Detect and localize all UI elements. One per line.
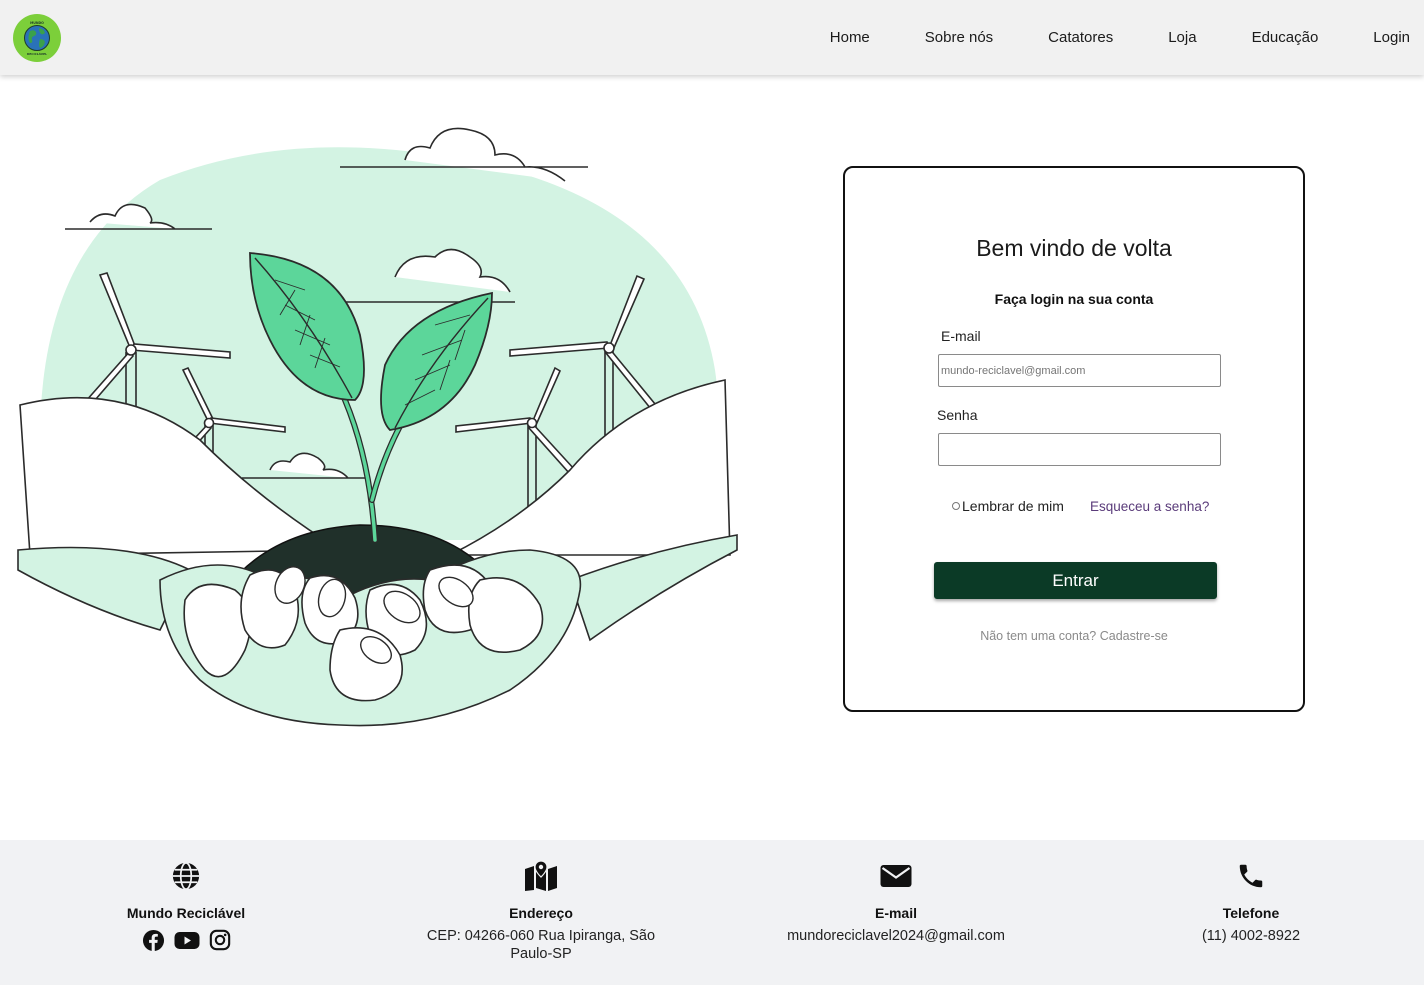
- globe-logo-icon: MUNDO RECICLÁVEL: [18, 19, 56, 57]
- signup-link[interactable]: Cadastre-se: [1100, 629, 1168, 643]
- logo[interactable]: MUNDO RECICLÁVEL: [13, 14, 61, 62]
- email-field[interactable]: [938, 354, 1221, 387]
- nav-educacao[interactable]: Educação: [1252, 29, 1319, 46]
- footer-phone-title: Telefone: [1222, 905, 1280, 921]
- password-label: Senha: [937, 407, 978, 423]
- nav-home[interactable]: Home: [830, 29, 870, 46]
- login-subtitle: Faça login na sua conta: [994, 291, 1154, 307]
- globe-icon: [172, 862, 200, 890]
- facebook-icon[interactable]: [142, 929, 165, 952]
- footer-email: E-mail mundoreciclavel2024@gmail.com: [746, 860, 1046, 945]
- footer-email-text[interactable]: mundoreciclavel2024@gmail.com: [746, 927, 1046, 945]
- footer-phone: Telefone (11) 4002-8922: [1101, 860, 1401, 945]
- forgot-password-link[interactable]: Esqueceu a senha?: [1090, 499, 1209, 514]
- login-button[interactable]: Entrar: [934, 562, 1217, 599]
- signup-prompt: Não tem uma conta?: [980, 629, 1097, 643]
- main-nav: Home Sobre nós Catatores Loja Educação L…: [775, 0, 1410, 75]
- nav-sobre-nos[interactable]: Sobre nós: [925, 29, 993, 46]
- email-label: E-mail: [941, 328, 981, 344]
- hands-seedling-illustration: [17, 127, 738, 727]
- instagram-icon[interactable]: [209, 929, 231, 952]
- footer-phone-text: (11) 4002-8922: [1201, 928, 1301, 944]
- footer-brand-title: Mundo Reciclável: [126, 905, 246, 921]
- hero-illustration: [10, 110, 750, 740]
- site-header: MUNDO RECICLÁVEL Home Sobre nós Catatore…: [0, 0, 1424, 75]
- login-card: Bem vindo de volta Faça login na sua con…: [843, 166, 1305, 712]
- footer-brand: Mundo Reciclável: [36, 860, 336, 952]
- svg-text:MUNDO: MUNDO: [30, 21, 44, 25]
- envelope-icon: [880, 865, 912, 887]
- signup-row: Não tem uma conta? Cadastre-se: [845, 629, 1303, 643]
- footer-email-title: E-mail: [874, 905, 917, 921]
- remember-label: Lembrar de mim: [962, 498, 1064, 514]
- footer-address: Endereço CEP: 04266-060 Rua Ipiranga, Sã…: [391, 860, 691, 963]
- site-footer: Mundo Reciclável Endereço CEP: 04266-060…: [0, 840, 1424, 985]
- footer-address-text: CEP: 04266-060 Rua Ipiranga, São Paulo-S…: [426, 928, 656, 962]
- footer-address-title: Endereço: [509, 905, 573, 921]
- map-icon: [525, 861, 557, 891]
- remember-radio[interactable]: [952, 502, 960, 510]
- login-title: Bem vindo de volta: [976, 235, 1172, 261]
- remember-me[interactable]: Lembrar de mim: [952, 498, 1064, 514]
- phone-icon: [1239, 864, 1263, 888]
- nav-catatores[interactable]: Catatores: [1048, 29, 1113, 46]
- password-field[interactable]: [938, 433, 1221, 466]
- social-links: [36, 929, 336, 952]
- nav-loja[interactable]: Loja: [1168, 29, 1196, 46]
- svg-text:RECICLÁVEL: RECICLÁVEL: [27, 51, 47, 56]
- nav-login[interactable]: Login: [1373, 29, 1410, 46]
- youtube-icon[interactable]: [174, 929, 200, 952]
